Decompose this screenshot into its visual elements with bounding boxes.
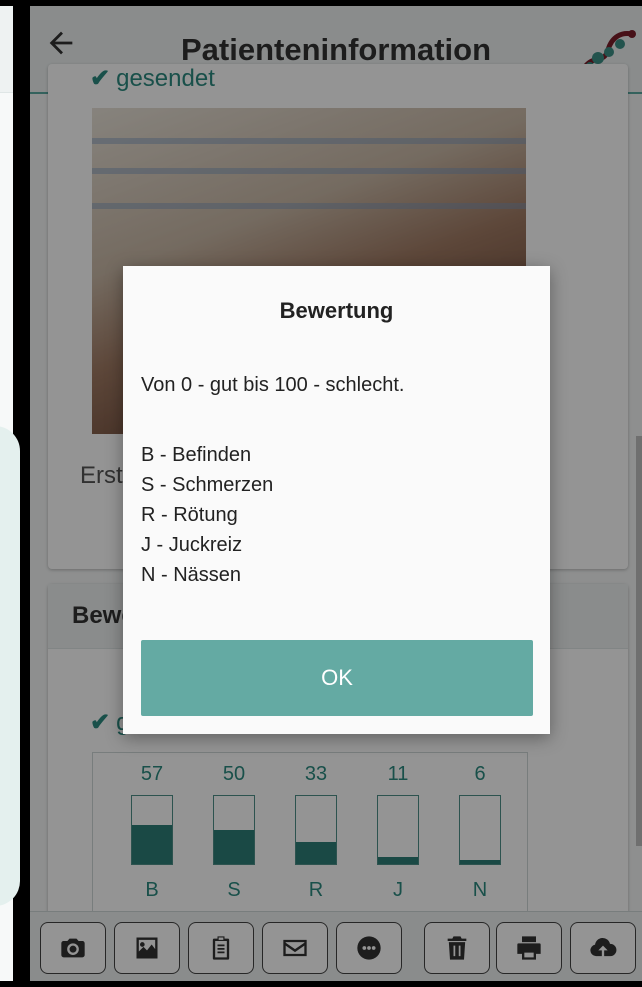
dialog-legend: B - Befinden S - Schmerzen R - Rötung J … <box>141 440 273 590</box>
left-background-panel <box>0 0 20 987</box>
dialog-title: Bewertung <box>279 298 394 323</box>
left-background-screen <box>0 6 20 981</box>
legend-item: J - Juckreiz <box>141 534 243 556</box>
legend-item: N - Nässen <box>141 564 242 586</box>
ok-button[interactable]: OK <box>141 640 533 716</box>
left-appbar-strip <box>0 6 13 93</box>
legend-item: B - Befinden <box>141 444 252 466</box>
dialog-message: Von 0 - gut bis 100 - schlecht. <box>141 374 405 396</box>
rating-dialog: Bewertung Von 0 - gut bis 100 - schlecht… <box>123 266 550 734</box>
phone-screen: Patienteninformation ✔ gesendet Erstellt: <box>30 6 642 981</box>
left-decoration <box>0 426 20 906</box>
legend-item: R - Rötung <box>141 504 238 526</box>
legend-item: S - Schmerzen <box>141 474 274 496</box>
